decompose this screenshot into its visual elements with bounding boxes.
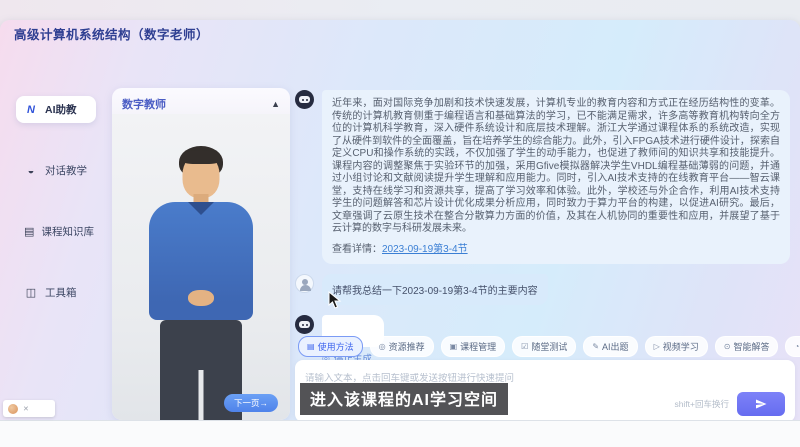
- widget-more-icon: ✕: [23, 405, 29, 413]
- send-icon: [755, 398, 767, 410]
- detail-label: 查看详情：: [332, 244, 382, 255]
- quiz-icon: ☑: [521, 342, 528, 351]
- teacher-panel-title: 数字教师: [122, 96, 166, 112]
- detail-line: 查看详情：2023-09-19第3-4节: [332, 244, 780, 257]
- desktop-bottom-strip: [0, 420, 800, 447]
- ai-question-button[interactable]: ✎ AI出题: [583, 336, 637, 357]
- panel-collapse-icon[interactable]: ▲: [271, 99, 280, 109]
- dialog-teaching-icon: ◒: [24, 164, 38, 178]
- quiz-button[interactable]: ☑ 随堂测试: [512, 336, 576, 357]
- record-icon: [8, 404, 18, 414]
- toolbox-icon: ◫: [24, 286, 38, 300]
- next-page-button[interactable]: 下一页→: [224, 394, 278, 412]
- video-learning-button[interactable]: ▷ 视频学习: [645, 336, 708, 357]
- resource-icon: ◎: [379, 342, 386, 351]
- bot-message-bubble: 近年来，面对国际竞争加剧和技术快速发展，计算机专业的教育内容和方式正在经历结构性…: [322, 90, 790, 264]
- floating-widget[interactable]: ✕: [3, 400, 55, 417]
- sidebar-item-dialog-teaching[interactable]: ◒ 对话教学: [16, 157, 102, 184]
- digital-teacher-video: 下一页→: [112, 114, 290, 420]
- digital-teacher-panel: 数字教师 ▲ 下一页→: [112, 88, 290, 420]
- ai-question-icon: ✎: [592, 342, 599, 351]
- smart-answer-button[interactable]: ⊙ 智能解答: [715, 336, 779, 357]
- usage-icon: ▤: [307, 342, 315, 351]
- knowledge-base-icon: ▤: [24, 225, 35, 239]
- teacher-avatar-figure: [126, 140, 276, 420]
- sidebar-item-label: AI助教: [45, 102, 77, 117]
- sidebar: N AI助教 ◒ 对话教学 ▤ 课程知识库 ◫ 工具箱: [0, 66, 110, 420]
- bot-avatar-icon: [295, 90, 314, 109]
- sidebar-item-ai-assistant[interactable]: N AI助教: [16, 96, 96, 123]
- titlebar: 高级计算机系统结构（数字老师）: [0, 20, 800, 46]
- video-icon: ▷: [654, 342, 660, 351]
- sidebar-item-label: 课程知识库: [42, 224, 95, 239]
- bot-message-row: 近年来，面对国际竞争加剧和技术快速发展，计算机专业的教育内容和方式正在经历结构性…: [295, 90, 795, 264]
- newline-hint: shift+回车换行: [674, 398, 729, 410]
- lesson-detail-link[interactable]: 2023-09-19第3-4节: [382, 244, 468, 255]
- subtitle-overlay: 进入该课程的AI学习空间: [300, 383, 508, 415]
- chat-area: 近年来，面对国际竞争加剧和技术快速发展，计算机专业的教育内容和方式正在经历结构性…: [295, 90, 795, 365]
- bot-avatar-icon: [295, 315, 314, 334]
- usage-method-button[interactable]: ▤ 使用方法: [298, 336, 363, 357]
- bot-message-text: 近年来，面对国际竞争加剧和技术快速发展，计算机专业的教育内容和方式正在经历结构性…: [332, 98, 780, 234]
- you-can-ask-button[interactable]: ◔ 你可以问: [785, 336, 800, 357]
- user-avatar-icon: [295, 274, 314, 293]
- manage-icon: ▣: [450, 342, 458, 351]
- app-window: 高级计算机系统结构（数字老师） N AI助教 ◒ 对话教学 ▤ 课程知识库 ◫ …: [0, 20, 800, 420]
- course-manage-button[interactable]: ▣ 课程管理: [441, 336, 506, 357]
- sidebar-item-label: 对话教学: [45, 163, 87, 178]
- mouse-cursor: [328, 291, 342, 309]
- sidebar-item-label: 工具箱: [45, 285, 77, 300]
- sidebar-item-knowledge-base[interactable]: ▤ 课程知识库: [16, 218, 102, 245]
- ask-icon: ◔: [794, 342, 799, 351]
- ai-logo-icon: N: [24, 103, 38, 117]
- answer-icon: ⊙: [724, 342, 731, 351]
- user-message-row: 请帮我总结一下2023-09-19第3-4节的主要内容: [295, 274, 795, 305]
- sidebar-item-toolbox[interactable]: ◫ 工具箱: [16, 279, 102, 306]
- send-button[interactable]: [737, 392, 785, 416]
- user-message-bubble: 请帮我总结一下2023-09-19第3-4节的主要内容: [322, 274, 548, 305]
- resource-recommend-button[interactable]: ◎ 资源推荐: [370, 336, 434, 357]
- page-title: 高级计算机系统结构（数字老师）: [14, 24, 209, 43]
- quick-actions-toolbar: ▤ 使用方法 ◎ 资源推荐 ▣ 课程管理 ☑ 随堂测试 ✎ AI出题 ▷ 视频学…: [298, 336, 792, 357]
